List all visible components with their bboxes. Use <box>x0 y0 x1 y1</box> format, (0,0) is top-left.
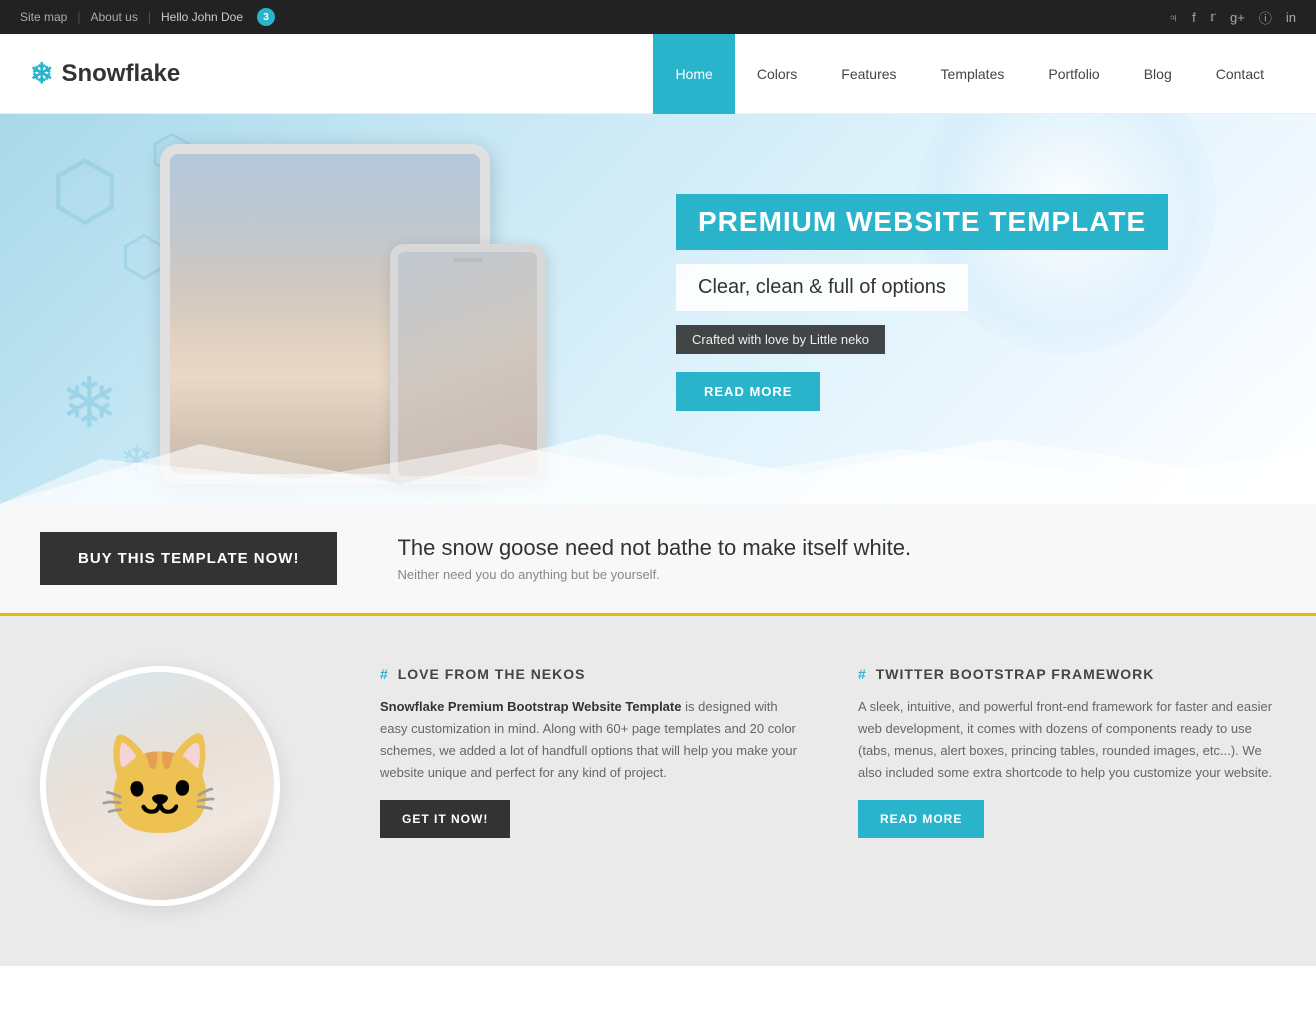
linkedin-icon[interactable]: in <box>1286 10 1296 25</box>
features-grid: 🐱 # LOVE FROM THE NEKOS Snowflake Premiu… <box>40 666 1276 906</box>
cat-image: 🐱 <box>40 666 280 906</box>
topbar-left: Site map | About us | Hello John Doe 3 <box>20 8 275 26</box>
feature-heading-1-text: LOVE FROM THE NEKOS <box>398 666 586 682</box>
cta-subtext: Neither need you do anything but be your… <box>397 567 1276 582</box>
logo-icon: ❄ <box>30 57 53 90</box>
twitter-icon[interactable]: 𝕣 <box>1210 9 1216 25</box>
phone-notch <box>453 258 483 262</box>
hash-icon-1: # <box>380 666 389 682</box>
nav-portfolio[interactable]: Portfolio <box>1026 34 1121 114</box>
feature-text-1: Snowflake Premium Bootstrap Website Temp… <box>380 696 798 784</box>
nav-templates[interactable]: Templates <box>919 34 1027 114</box>
hero-title-box: PREMIUM WEBSITE TEMPLATE <box>676 194 1168 250</box>
googleplus-icon[interactable]: g+ <box>1230 10 1245 25</box>
topbar: Site map | About us | Hello John Doe 3 ♃… <box>0 0 1316 34</box>
cta-text: The snow goose need not bathe to make it… <box>397 535 1276 582</box>
cta-heading: The snow goose need not bathe to make it… <box>397 535 1276 561</box>
feature-text-2: A sleek, intuitive, and powerful front-e… <box>858 696 1276 784</box>
nav-home[interactable]: Home <box>653 34 734 114</box>
feature-col-2: # TWITTER BOOTSTRAP FRAMEWORK A sleek, i… <box>858 666 1276 838</box>
facebook-icon[interactable]: f <box>1192 10 1196 25</box>
hero-crafted-box: Crafted with love by Little neko <box>676 325 885 354</box>
hero-read-more-button[interactable]: READ MORE <box>676 372 820 411</box>
logo[interactable]: ❄ Snowflake <box>30 57 653 90</box>
topbar-right: ♃ f 𝕣 g+ ⓘ in <box>1168 8 1296 27</box>
hero-subtitle: Clear, clean & full of options <box>698 276 946 299</box>
features-section: 🐱 # LOVE FROM THE NEKOS Snowflake Premiu… <box>0 616 1316 966</box>
nav-colors[interactable]: Colors <box>735 34 819 114</box>
feature-col-1: # LOVE FROM THE NEKOS Snowflake Premium … <box>380 666 798 838</box>
main-nav: Home Colors Features Templates Portfolio… <box>653 34 1286 114</box>
feature-heading-2: # TWITTER BOOTSTRAP FRAMEWORK <box>858 666 1276 682</box>
feature-heading-2-text: TWITTER BOOTSTRAP FRAMEWORK <box>876 666 1155 682</box>
mountain-svg <box>0 424 1316 504</box>
hero-mountains <box>0 424 1316 504</box>
logo-text: Snowflake <box>61 60 180 88</box>
instagram-icon[interactable]: ⓘ <box>1259 8 1272 27</box>
hero-section: ⬡ ⬡ ⬡ ⬡ ⬡ ❄ ❄ PREMIUM WEBSITE TEMPLATE C… <box>0 114 1316 504</box>
buy-template-button[interactable]: BUY THIS TEMPLATE NOW! <box>40 532 337 585</box>
hero-content: PREMIUM WEBSITE TEMPLATE Clear, clean & … <box>676 194 1236 411</box>
hash-icon-2: # <box>858 666 867 682</box>
sitemap-link[interactable]: Site map <box>20 10 67 24</box>
get-it-now-button[interactable]: GET IT NOW! <box>380 800 510 838</box>
header: ❄ Snowflake Home Colors Features Templat… <box>0 34 1316 114</box>
hello-text: Hello John Doe <box>161 10 243 24</box>
nav-contact[interactable]: Contact <box>1194 34 1286 114</box>
hero-subtitle-box: Clear, clean & full of options <box>676 264 968 311</box>
cta-section: BUY THIS TEMPLATE NOW! The snow goose ne… <box>0 504 1316 616</box>
feature-bold-1: Snowflake Premium Bootstrap Website Temp… <box>380 699 681 714</box>
nav-features[interactable]: Features <box>819 34 918 114</box>
notification-badge: 3 <box>257 8 275 26</box>
hero-title: PREMIUM WEBSITE TEMPLATE <box>698 206 1146 238</box>
hero-crafted-text: Crafted with love by Little neko <box>692 332 869 347</box>
separator-1: | <box>77 10 80 24</box>
rss-icon[interactable]: ♃ <box>1168 10 1178 25</box>
about-link[interactable]: About us <box>90 10 137 24</box>
separator-2: | <box>148 10 151 24</box>
cat-icon: 🐱 <box>98 736 223 836</box>
feature-heading-1: # LOVE FROM THE NEKOS <box>380 666 798 682</box>
nav-blog[interactable]: Blog <box>1122 34 1194 114</box>
read-more-button[interactable]: READ MORE <box>858 800 984 838</box>
